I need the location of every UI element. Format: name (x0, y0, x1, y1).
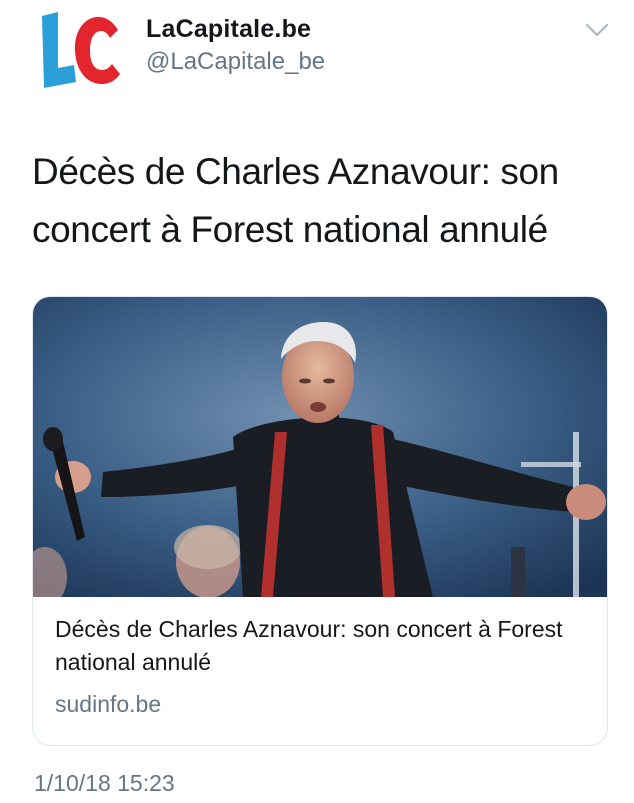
avatar[interactable] (30, 8, 130, 90)
card-title[interactable]: Décès de Charles Aznavour: son concert à… (55, 613, 585, 679)
display-name[interactable]: LaCapitale.be (146, 14, 325, 44)
chevron-down-icon[interactable] (584, 20, 610, 40)
card-domain[interactable]: sudinfo.be (55, 691, 585, 718)
tweet-text: Décès de Charles Aznavour: son concert à… (32, 151, 559, 250)
tweet-timestamp[interactable]: 1/10/18 15:23 (34, 770, 175, 797)
user-handle[interactable]: @LaCapitale_be (146, 46, 325, 78)
concert-photo-icon[interactable] (33, 297, 607, 597)
user-info[interactable]: LaCapitale.be @LaCapitale_be (146, 14, 325, 78)
link-card[interactable]: Décès de Charles Aznavour: son concert à… (32, 296, 608, 746)
lacapitale-logo-icon (42, 12, 120, 88)
tweet: LaCapitale.be @LaCapitale_be Décès de Ch… (0, 0, 634, 803)
